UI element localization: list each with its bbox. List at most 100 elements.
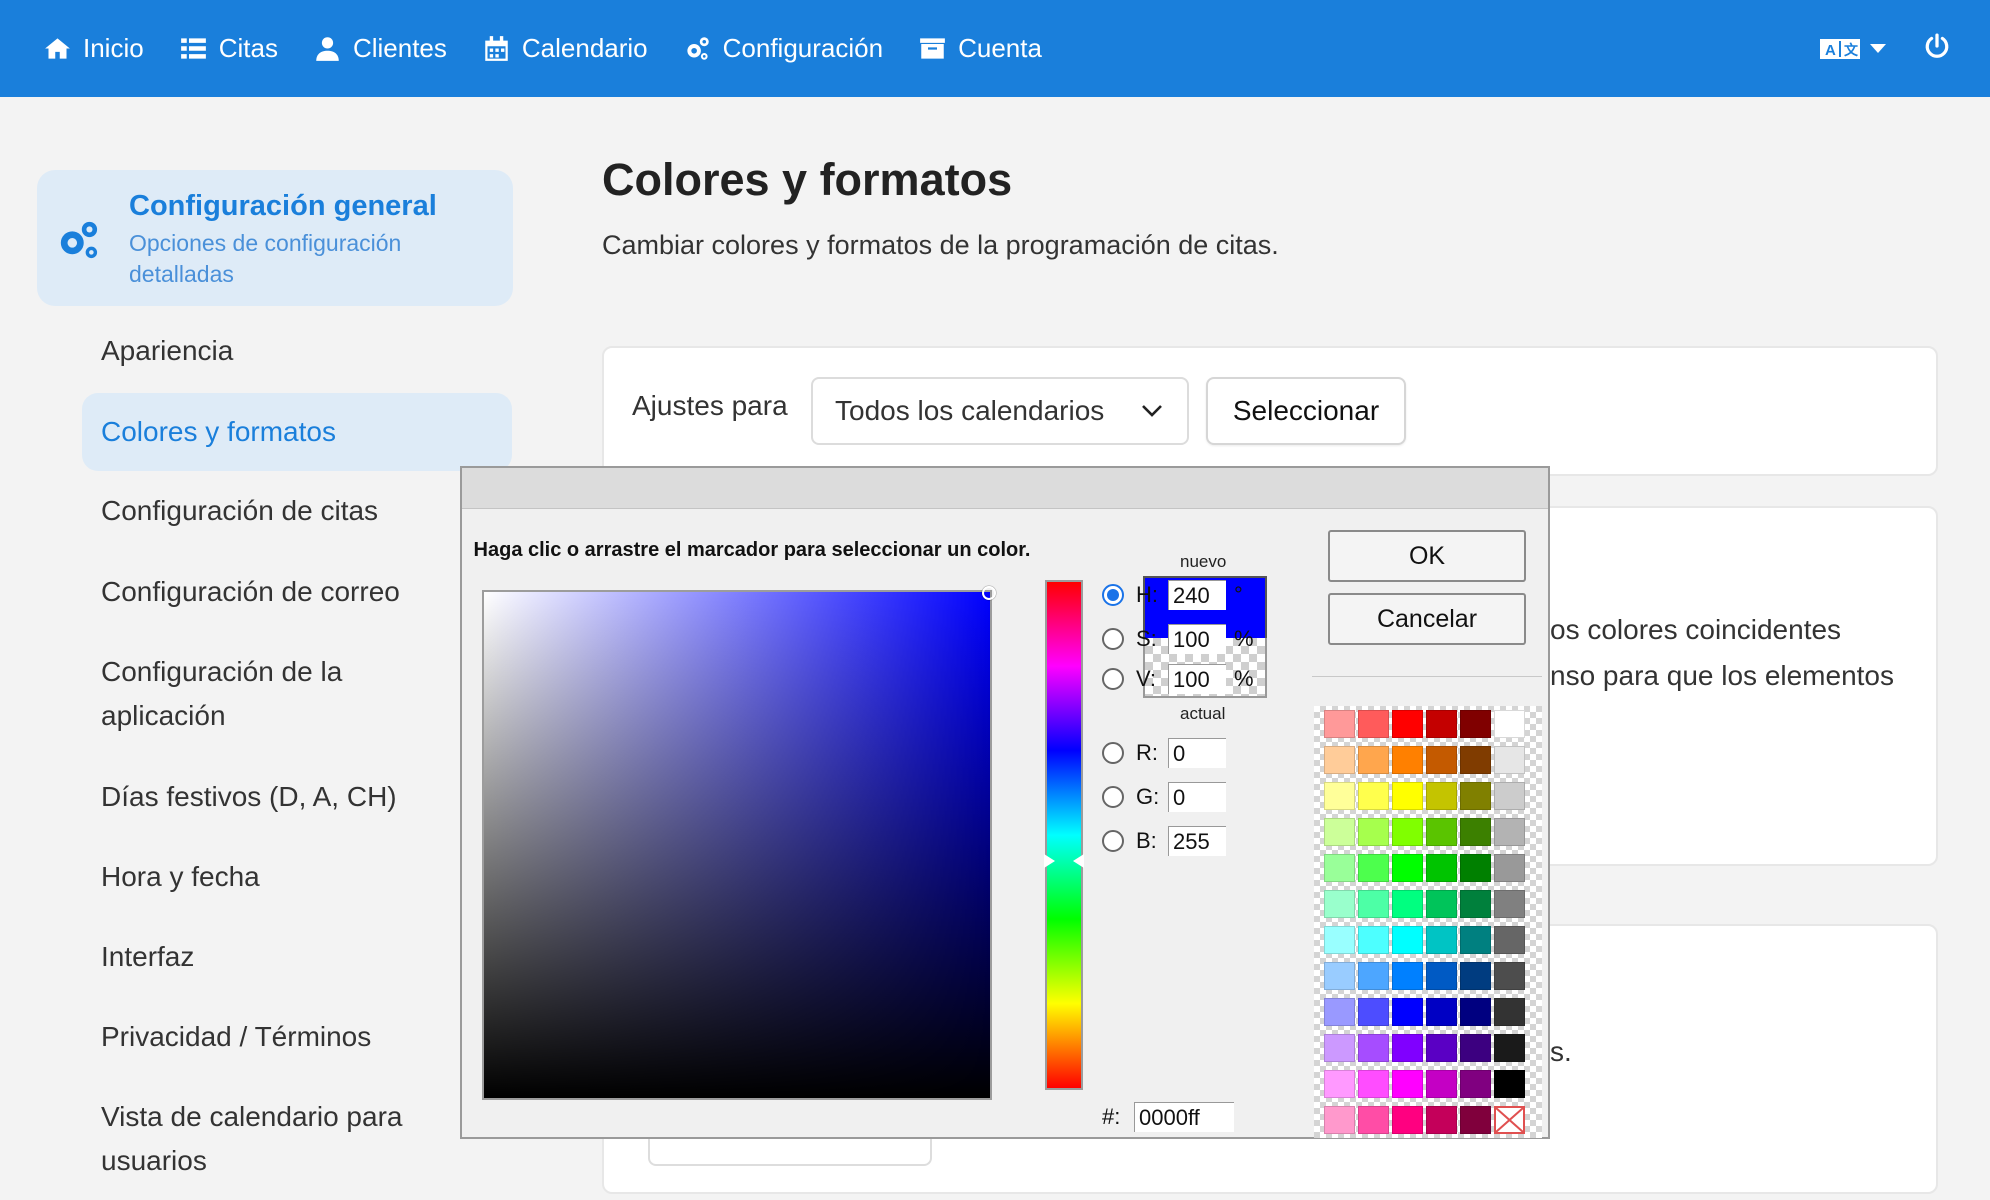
palette-swatch[interactable] [1460, 782, 1491, 810]
sidebar-item-config-citas[interactable]: Configuración de citas [82, 489, 512, 533]
palette-swatch[interactable] [1324, 746, 1355, 774]
field-input-b[interactable] [1168, 826, 1226, 856]
palette-swatch[interactable] [1494, 854, 1525, 882]
saturation-value-area[interactable] [482, 586, 996, 1100]
no-color-swatch[interactable] [1494, 1106, 1525, 1134]
palette-swatch[interactable] [1460, 1106, 1491, 1134]
palette-swatch[interactable] [1494, 890, 1525, 918]
palette-swatch[interactable] [1392, 1106, 1423, 1134]
sidebar-item-interfaz[interactable]: Interfaz [82, 935, 512, 979]
palette-swatch[interactable] [1460, 1070, 1491, 1098]
field-input-v[interactable] [1168, 664, 1226, 694]
palette-swatch[interactable] [1494, 746, 1525, 774]
sidebar-item-hora-fecha[interactable]: Hora y fecha [82, 855, 512, 899]
palette-swatch[interactable] [1324, 1070, 1355, 1098]
palette-swatch[interactable] [1426, 1070, 1457, 1098]
palette-swatch[interactable] [1460, 1034, 1491, 1062]
radio-g[interactable] [1102, 786, 1124, 808]
hue-slider[interactable] [1044, 580, 1084, 1090]
palette-swatch[interactable] [1358, 998, 1389, 1026]
nav-clientes[interactable]: Clientes [314, 0, 447, 97]
palette-swatch[interactable] [1324, 998, 1355, 1026]
nav-calendario[interactable]: Calendario [483, 0, 648, 97]
palette-swatch[interactable] [1358, 1034, 1389, 1062]
palette-swatch[interactable] [1358, 926, 1389, 954]
palette-swatch[interactable] [1324, 818, 1355, 846]
palette-swatch[interactable] [1494, 998, 1525, 1026]
palette-swatch[interactable] [1460, 854, 1491, 882]
palette-swatch[interactable] [1494, 782, 1525, 810]
palette-swatch[interactable] [1460, 746, 1491, 774]
nav-citas[interactable]: Citas [180, 0, 278, 97]
palette-swatch[interactable] [1494, 962, 1525, 990]
palette-swatch[interactable] [1324, 926, 1355, 954]
palette-swatch[interactable] [1460, 890, 1491, 918]
radio-h[interactable] [1102, 584, 1124, 606]
select-button[interactable]: Seleccionar [1206, 377, 1406, 445]
palette-swatch[interactable] [1392, 890, 1423, 918]
palette-swatch[interactable] [1324, 962, 1355, 990]
palette-swatch[interactable] [1392, 1034, 1423, 1062]
field-input-h[interactable] [1168, 580, 1226, 610]
palette-swatch[interactable] [1460, 710, 1491, 738]
sidebar-item-colores-formatos[interactable]: Colores y formatos [82, 393, 512, 471]
sidebar-item-vista-calendario[interactable]: Vista de calendario para usuarios [82, 1095, 442, 1183]
palette-swatch[interactable] [1494, 818, 1525, 846]
ok-button[interactable]: OK [1328, 530, 1526, 582]
palette-swatch[interactable] [1324, 890, 1355, 918]
radio-v[interactable] [1102, 668, 1124, 690]
palette-swatch[interactable] [1426, 710, 1457, 738]
palette-swatch[interactable] [1358, 782, 1389, 810]
palette-swatch[interactable] [1494, 1070, 1525, 1098]
sidebar-item-privacidad[interactable]: Privacidad / Términos [82, 1015, 512, 1059]
palette-swatch[interactable] [1392, 926, 1423, 954]
palette-swatch[interactable] [1494, 710, 1525, 738]
palette-swatch[interactable] [1324, 782, 1355, 810]
palette-swatch[interactable] [1392, 854, 1423, 882]
radio-r[interactable] [1102, 742, 1124, 764]
nav-configuracion[interactable]: Configuración [684, 0, 883, 97]
hue-pointer[interactable] [1073, 854, 1084, 868]
palette-swatch[interactable] [1460, 926, 1491, 954]
palette-swatch[interactable] [1460, 962, 1491, 990]
nav-cuenta[interactable]: Cuenta [919, 0, 1042, 97]
sidebar-item-apariencia[interactable]: Apariencia [82, 329, 512, 373]
palette-swatch[interactable] [1358, 854, 1389, 882]
palette-swatch[interactable] [1392, 746, 1423, 774]
palette-swatch[interactable] [1358, 818, 1389, 846]
radio-s[interactable] [1102, 628, 1124, 650]
palette-swatch[interactable] [1392, 710, 1423, 738]
palette-swatch[interactable] [1324, 710, 1355, 738]
dialog-titlebar[interactable] [462, 468, 1548, 509]
sidebar-item-config-aplicacion[interactable]: Configuración de la aplicación [82, 650, 422, 738]
palette-swatch[interactable] [1392, 818, 1423, 846]
palette-swatch[interactable] [1426, 782, 1457, 810]
palette-swatch[interactable] [1426, 998, 1457, 1026]
palette-swatch[interactable] [1324, 1034, 1355, 1062]
palette-swatch[interactable] [1358, 1070, 1389, 1098]
palette-swatch[interactable] [1426, 962, 1457, 990]
palette-swatch[interactable] [1392, 998, 1423, 1026]
field-input-g[interactable] [1168, 782, 1226, 812]
palette-swatch[interactable] [1426, 746, 1457, 774]
palette-swatch[interactable] [1460, 998, 1491, 1026]
hex-input[interactable] [1134, 1102, 1234, 1132]
palette-swatch[interactable] [1392, 1070, 1423, 1098]
palette-swatch[interactable] [1494, 1034, 1525, 1062]
palette-swatch[interactable] [1358, 962, 1389, 990]
palette-swatch[interactable] [1358, 1106, 1389, 1134]
field-input-s[interactable] [1168, 624, 1226, 654]
palette-swatch[interactable] [1392, 782, 1423, 810]
palette-swatch[interactable] [1426, 1034, 1457, 1062]
palette-swatch[interactable] [1358, 710, 1389, 738]
sidebar-item-dias-festivos[interactable]: Días festivos (D, A, CH) [82, 775, 512, 819]
palette-swatch[interactable] [1324, 854, 1355, 882]
radio-b[interactable] [1102, 830, 1124, 852]
palette-swatch[interactable] [1426, 890, 1457, 918]
sv-marker[interactable] [982, 586, 996, 600]
general-settings-card[interactable]: Configuración general Opciones de config… [37, 170, 513, 306]
palette-swatch[interactable] [1426, 926, 1457, 954]
palette-swatch[interactable] [1358, 890, 1389, 918]
palette-swatch[interactable] [1426, 818, 1457, 846]
palette-swatch[interactable] [1358, 746, 1389, 774]
